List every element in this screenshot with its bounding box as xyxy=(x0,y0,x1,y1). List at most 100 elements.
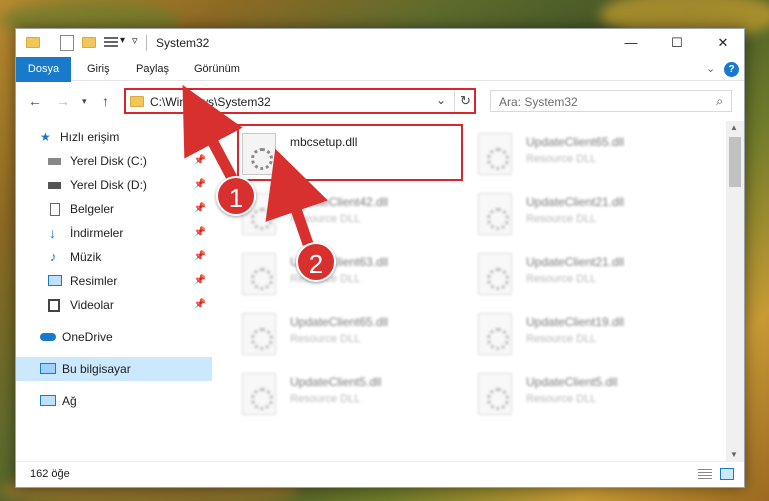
file-item[interactable]: UpdateClient65.dll Resource DLL xyxy=(478,129,708,185)
file-name: UpdateClient65.dll xyxy=(526,135,625,149)
nav-item-music[interactable]: ♪ Müzik 📌 xyxy=(16,245,212,269)
scroll-up-icon[interactable]: ▲ xyxy=(730,123,738,132)
refresh-icon[interactable]: ↻ xyxy=(460,93,471,109)
step-1-badge: 1 xyxy=(216,176,256,216)
nav-item-label: Bu bilgisayar xyxy=(62,362,131,376)
file-name: UpdateClient5.dll xyxy=(290,375,382,389)
file-item[interactable]: UpdateClient21.dll Resource DLL xyxy=(478,249,708,305)
large-icons-view-icon[interactable] xyxy=(720,468,734,480)
search-box[interactable]: Ara: System32 ⌕ xyxy=(490,90,732,112)
file-item[interactable]: UpdateClient5.dll Resource DLL xyxy=(242,369,472,425)
tab-giris[interactable]: Giriş xyxy=(79,57,118,81)
nav-item-label: Resimler xyxy=(70,274,118,288)
title-bar: ▾ ▿ System32 — ☐ ✕ xyxy=(16,29,744,57)
tab-gorunum[interactable]: Görünüm xyxy=(186,57,248,81)
scroll-thumb[interactable] xyxy=(729,137,741,187)
file-name: UpdateClient65.dll xyxy=(290,315,389,329)
title-divider xyxy=(146,35,147,51)
drive-icon xyxy=(48,182,61,189)
up-arrow-icon[interactable]: ↑ xyxy=(102,93,109,109)
address-divider xyxy=(454,90,455,112)
pin-icon: 📌 xyxy=(193,155,206,166)
nav-item-this-pc[interactable]: Bu bilgisayar xyxy=(16,357,212,381)
pin-icon: 📌 xyxy=(193,299,206,310)
nav-item-videos[interactable]: Videolar 📌 xyxy=(16,293,212,317)
step-2-badge: 2 xyxy=(296,242,336,282)
file-item[interactable]: UpdateClient42.dll Resource DLL xyxy=(242,189,472,245)
file-type: Resource DLL xyxy=(290,333,361,345)
search-icon[interactable]: ⌕ xyxy=(716,94,723,109)
help-icon[interactable]: ? xyxy=(724,62,739,77)
file-item[interactable]: UpdateClient65.dll Resource DLL xyxy=(242,309,472,365)
nav-item-local-disk-c[interactable]: Yerel Disk (C:) 📌 xyxy=(16,149,212,173)
search-input[interactable]: Ara: System32 xyxy=(499,95,578,109)
nav-item-label: Hızlı erişim xyxy=(60,130,120,144)
download-icon: ↓ xyxy=(49,225,56,241)
minimize-button[interactable]: — xyxy=(608,29,654,57)
nav-item-network[interactable]: Ağ xyxy=(16,389,212,413)
new-folder-icon[interactable] xyxy=(82,37,96,48)
pin-icon: 📌 xyxy=(193,203,206,214)
music-icon: ♪ xyxy=(50,249,57,264)
dll-file-icon xyxy=(478,253,512,295)
explorer-window: ▾ ▿ System32 — ☐ ✕ Dosya Giriş Paylaş Gö… xyxy=(15,28,745,488)
file-item[interactable]: UpdateClient21.dll Resource DLL xyxy=(478,189,708,245)
dll-file-icon xyxy=(478,133,512,175)
quick-access-dropdown-icon[interactable]: ▿ xyxy=(132,34,138,50)
computer-icon xyxy=(40,363,56,374)
cloud-icon xyxy=(40,333,56,341)
folder-icon xyxy=(130,96,144,107)
details-view-icon[interactable] xyxy=(698,469,712,480)
properties-icon[interactable] xyxy=(60,35,74,51)
nav-item-local-disk-d[interactable]: Yerel Disk (D:) 📌 xyxy=(16,173,212,197)
scroll-down-icon[interactable]: ▼ xyxy=(730,450,738,459)
address-bar[interactable]: C:\Windows\System32 ⌄ ↻ xyxy=(124,88,476,114)
nav-item-downloads[interactable]: ↓ İndirmeler 📌 xyxy=(16,221,212,245)
file-item[interactable]: UpdateClient5.dll Resource DLL xyxy=(478,369,708,425)
pictures-icon xyxy=(48,275,62,286)
dll-file-icon xyxy=(242,313,276,355)
pin-icon: 📌 xyxy=(193,227,206,238)
back-arrow-icon[interactable]: ← xyxy=(28,93,42,109)
pin-icon: 📌 xyxy=(193,179,206,190)
vertical-scrollbar[interactable]: ▲ ▼ xyxy=(726,121,744,461)
videos-icon xyxy=(48,299,60,312)
dll-file-icon xyxy=(242,253,276,295)
maximize-button[interactable]: ☐ xyxy=(654,29,700,57)
nav-item-label: Belgeler xyxy=(70,202,115,216)
dll-file-icon xyxy=(478,373,512,415)
file-type: Resource DLL xyxy=(290,393,361,405)
file-name: UpdateClient21.dll xyxy=(526,255,625,269)
nav-item-label: Ağ xyxy=(62,394,77,408)
file-type: Resource DLL xyxy=(526,153,597,165)
nav-item-onedrive[interactable]: OneDrive xyxy=(16,325,212,349)
file-name: UpdateClient19.dll xyxy=(526,315,625,329)
pin-icon: 📌 xyxy=(193,251,206,262)
customize-toolbar-icon[interactable] xyxy=(104,37,118,48)
file-name: UpdateClient42.dll xyxy=(290,195,389,209)
nav-item-label: Yerel Disk (C:) xyxy=(70,154,147,168)
nav-item-documents[interactable]: Belgeler 📌 xyxy=(16,197,212,221)
drive-icon xyxy=(48,158,61,165)
file-item[interactable]: UpdateClient63.dll Resource DLL xyxy=(242,249,472,305)
nav-item-pictures[interactable]: Resimler 📌 xyxy=(16,269,212,293)
expand-ribbon-icon[interactable]: ⌄ xyxy=(698,57,723,81)
close-button[interactable]: ✕ xyxy=(700,29,746,57)
pin-icon: 📌 xyxy=(193,275,206,286)
address-path: C:\Windows\System32 xyxy=(150,95,271,109)
window-title: System32 xyxy=(156,36,210,50)
file-name: UpdateClient21.dll xyxy=(526,195,625,209)
dll-file-icon xyxy=(478,313,512,355)
recent-locations-icon[interactable]: ▾ xyxy=(82,96,87,107)
chevron-down-icon[interactable]: ⌄ xyxy=(436,93,446,107)
forward-arrow-icon[interactable]: → xyxy=(56,93,70,109)
item-count: 162 öğe xyxy=(30,468,70,480)
folder-icon xyxy=(26,37,40,48)
chevron-down-icon[interactable]: ▾ xyxy=(120,35,125,51)
nav-item-label: İndirmeler xyxy=(70,226,124,240)
file-type: Resource DLL xyxy=(290,213,361,225)
file-item[interactable]: UpdateClient19.dll Resource DLL xyxy=(478,309,708,365)
tab-paylas[interactable]: Paylaş xyxy=(128,57,177,81)
nav-item-quick-access[interactable]: ★ Hızlı erişim xyxy=(16,125,212,149)
status-bar: 162 öğe xyxy=(16,461,744,487)
